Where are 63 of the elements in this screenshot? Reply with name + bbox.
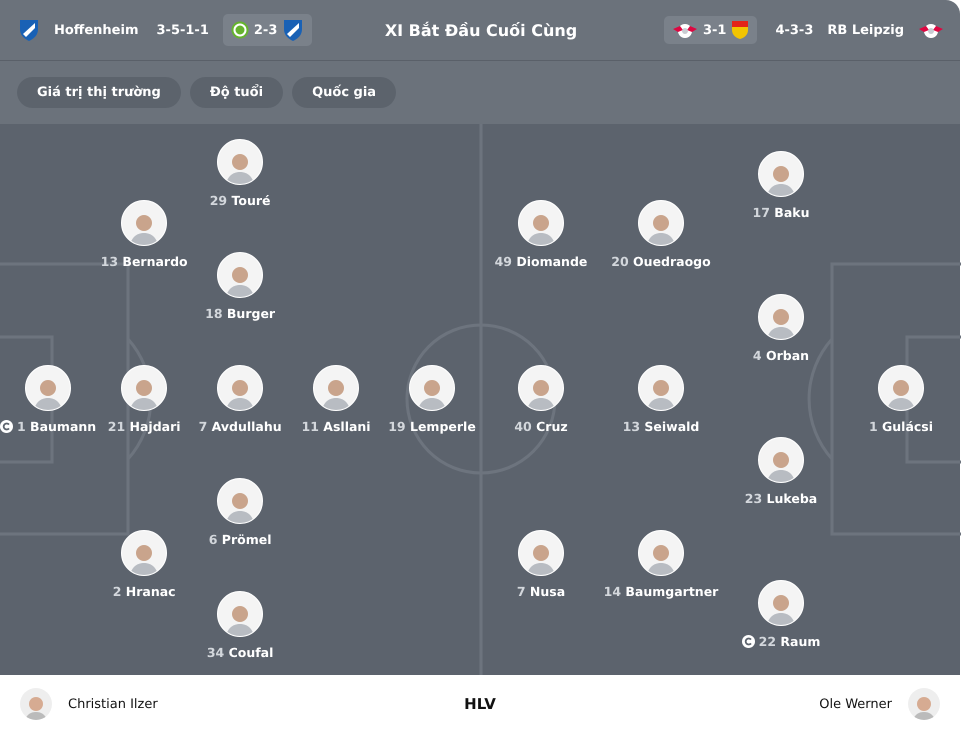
- formation-label: 4-3-3: [775, 22, 814, 38]
- player-avatar[interactable]: [217, 365, 264, 411]
- player-label[interactable]: 17 Baku: [752, 204, 810, 220]
- shield-crest-icon: [282, 18, 304, 42]
- player-avatar[interactable]: [518, 530, 564, 576]
- player-avatar[interactable]: [638, 530, 684, 576]
- coach-avatar: [908, 688, 940, 720]
- last-result-badge: 3-1: [664, 16, 758, 44]
- player-avatar[interactable]: [217, 591, 264, 637]
- coach-label: HLV: [464, 695, 496, 713]
- player-label[interactable]: 40 Cruz: [514, 419, 568, 434]
- player-label[interactable]: 22 Raum: [758, 634, 820, 648]
- player-label[interactable]: 49 Diomande: [494, 254, 588, 269]
- player-label[interactable]: 14 Baumgartner: [604, 584, 718, 599]
- team-name: RB Leipzig: [827, 22, 904, 38]
- coach-avatar: [20, 688, 52, 720]
- team-name: Hoffenheim: [54, 22, 138, 38]
- player-label[interactable]: 13 Bernardo: [100, 254, 188, 269]
- shield-crest-icon: [18, 18, 40, 42]
- player-avatar[interactable]: [409, 365, 456, 411]
- player-label[interactable]: 13 Seiwald: [622, 419, 700, 434]
- player-avatar[interactable]: [638, 365, 684, 411]
- player-avatar[interactable]: [121, 200, 168, 246]
- player-avatar[interactable]: [518, 200, 564, 246]
- player-avatar[interactable]: [758, 436, 804, 482]
- player-avatar[interactable]: [121, 530, 168, 576]
- player-label[interactable]: 20 Ouedraogo: [611, 254, 711, 269]
- player-avatar[interactable]: [518, 365, 564, 411]
- player-avatar[interactable]: [313, 365, 360, 411]
- player-label[interactable]: 21 Hajdari: [108, 419, 181, 434]
- coach-name[interactable]: Ole Werner: [819, 696, 892, 712]
- player-label[interactable]: 6 Prömel: [208, 532, 272, 547]
- player-label[interactable]: 18 Burger: [205, 306, 276, 321]
- player-avatar[interactable]: [217, 139, 264, 185]
- shield-crest-icon: [731, 20, 750, 40]
- player-label[interactable]: 1 Gulácsi: [868, 419, 934, 434]
- player-label[interactable]: 23 Lukeba: [744, 490, 818, 506]
- last-result-badge: 2-3: [222, 14, 312, 46]
- player-label[interactable]: 29 Touré: [210, 193, 270, 208]
- player-avatar[interactable]: [121, 365, 168, 411]
- filter-button[interactable]: Độ tuổi: [190, 77, 284, 108]
- player-avatar[interactable]: [758, 150, 804, 196]
- lineup-title: XI Bắt Đầu Cuối Cùng: [384, 20, 578, 40]
- player-label[interactable]: 7 Avdullahu: [198, 419, 282, 434]
- player-avatar[interactable]: [638, 200, 684, 246]
- player-label[interactable]: 2 Hranac: [112, 584, 176, 599]
- player-label[interactable]: 7 Nusa: [516, 584, 566, 599]
- round-crest-icon: [230, 21, 249, 39]
- player-avatar[interactable]: [758, 294, 804, 340]
- player-avatar[interactable]: [217, 252, 264, 298]
- player-label[interactable]: 34 Coufal: [206, 645, 274, 660]
- filter-button[interactable]: Giá trị thị trường: [17, 77, 181, 108]
- coach-name[interactable]: Christian Ilzer: [68, 696, 158, 712]
- player-avatar[interactable]: [25, 365, 72, 411]
- player-avatar[interactable]: [217, 478, 264, 524]
- player-avatar[interactable]: [758, 580, 804, 626]
- player-label[interactable]: 4 Orban: [752, 348, 810, 362]
- player-label[interactable]: 19 Lemperle: [388, 419, 476, 434]
- filter-button[interactable]: Quốc gia: [292, 77, 396, 108]
- player-avatar[interactable]: [878, 365, 924, 411]
- player-label[interactable]: 11 Asllani: [302, 419, 371, 434]
- player-label[interactable]: 1 Baumann: [17, 419, 96, 434]
- formation-label: 3-5-1-1: [156, 22, 209, 38]
